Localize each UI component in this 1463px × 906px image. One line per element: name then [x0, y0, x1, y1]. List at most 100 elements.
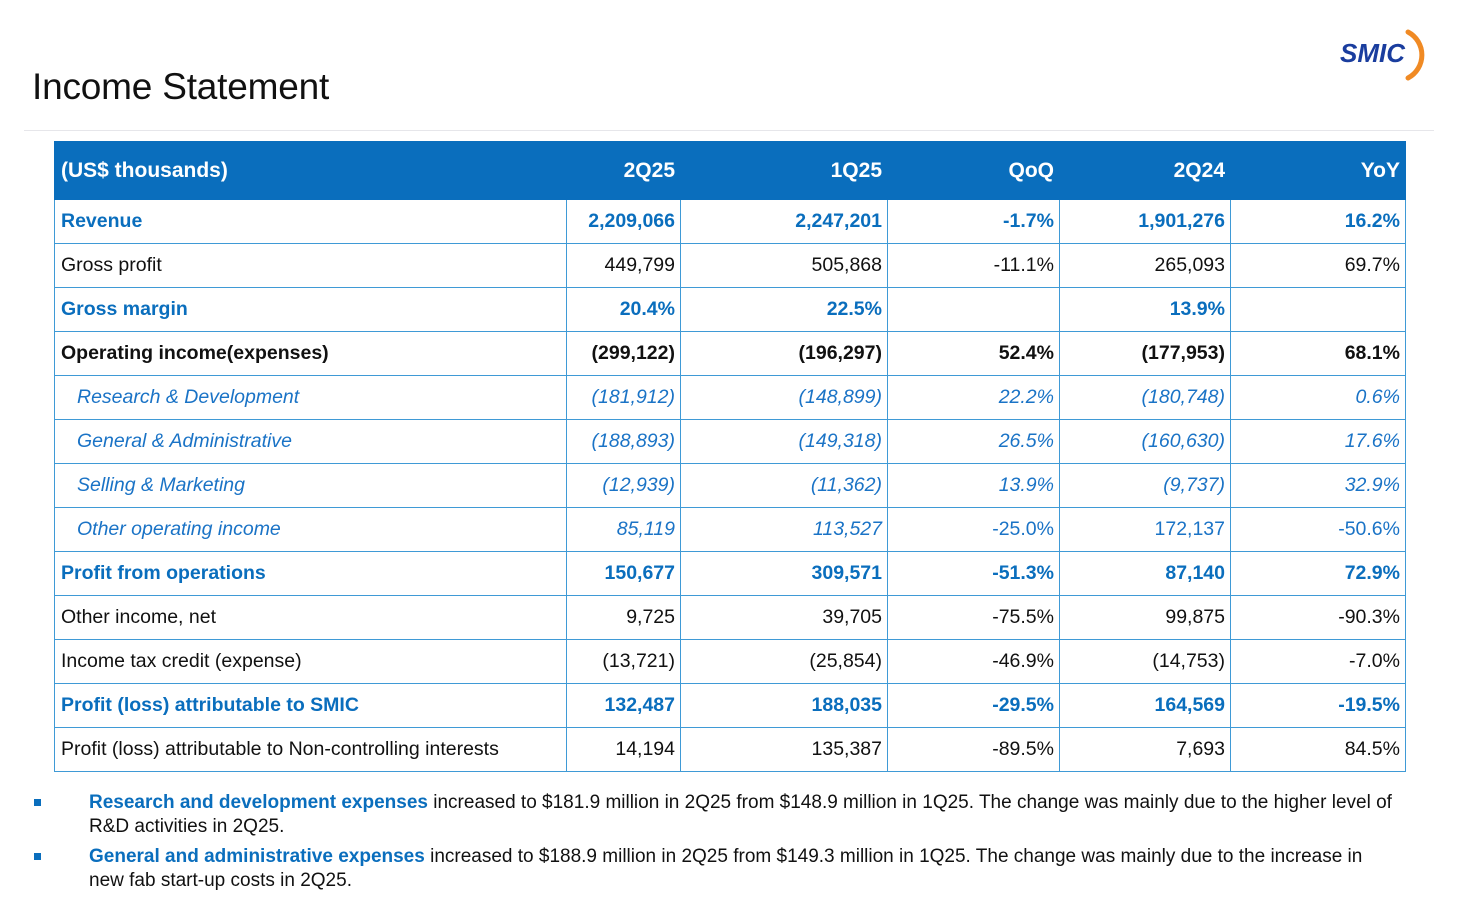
- table-cell: 16.2%: [1230, 199, 1406, 244]
- logo-text: SMIC: [1340, 38, 1406, 68]
- table-cell: (12,939): [566, 463, 681, 508]
- table-cell: -89.5%: [887, 727, 1060, 772]
- table-cell: 164,569: [1059, 683, 1231, 728]
- column-header: YoY: [1230, 141, 1406, 200]
- row-label: Revenue: [54, 199, 567, 244]
- bullet-icon: [34, 853, 41, 860]
- table-cell: 7,693: [1059, 727, 1231, 772]
- table-cell: (181,912): [566, 375, 681, 420]
- row-label: Income tax credit (expense): [54, 639, 567, 684]
- table-cell: 72.9%: [1230, 551, 1406, 596]
- table-cell: 1,901,276: [1059, 199, 1231, 244]
- row-label: Selling & Marketing: [54, 463, 567, 508]
- table-cell: (25,854): [680, 639, 888, 684]
- row-label: Gross margin: [54, 287, 567, 332]
- table-cell: 132,487: [566, 683, 681, 728]
- table-cell: [1230, 287, 1406, 332]
- row-label: Other operating income: [54, 507, 567, 552]
- table-cell: 32.9%: [1230, 463, 1406, 508]
- column-header: 2Q24: [1059, 141, 1231, 200]
- table-cell: -1.7%: [887, 199, 1060, 244]
- table-cell: (188,893): [566, 419, 681, 464]
- table-row: Profit from operations 150,677 309,571 -51.…: [54, 551, 1406, 596]
- table-row: Other income, net 9,725 39,705 -75.5% 99,875…: [54, 595, 1406, 640]
- table-row: Operating income(expenses) (299,122) (196,…: [54, 331, 1406, 376]
- table-row: Gross margin 20.4% 22.5% 13.9%: [54, 287, 1406, 332]
- table-cell: (177,953): [1059, 331, 1231, 376]
- table-cell: 449,799: [566, 243, 681, 288]
- table-cell: 172,137: [1059, 507, 1231, 552]
- table-cell: 84.5%: [1230, 727, 1406, 772]
- table-cell: 135,387: [680, 727, 888, 772]
- table-row: Gross profit 449,799 505,868 -11.1% 265,093 6…: [54, 243, 1406, 288]
- table-row: Profit (loss) attributable to SMIC 132,48…: [54, 683, 1406, 728]
- table-cell: [887, 287, 1060, 332]
- table-cell: 99,875: [1059, 595, 1231, 640]
- table-cell: (299,122): [566, 331, 681, 376]
- table-cell: 20.4%: [566, 287, 681, 332]
- table-cell: -75.5%: [887, 595, 1060, 640]
- smic-logo: SMIC: [1340, 29, 1425, 81]
- table-cell: 87,140: [1059, 551, 1231, 596]
- table-row: Profit (loss) attributable to Non-contro…: [54, 727, 1406, 772]
- table-row: Research & Development (181,912) (148,899)…: [54, 375, 1406, 420]
- table-cell: 505,868: [680, 243, 888, 288]
- table-cell: 68.1%: [1230, 331, 1406, 376]
- table-row: Selling & Marketing (12,939) (11,362) 13.9%…: [54, 463, 1406, 508]
- table-cell: -90.3%: [1230, 595, 1406, 640]
- row-label: Profit (loss) attributable to SMIC: [54, 683, 567, 728]
- row-label: Profit (loss) attributable to Non-contro…: [54, 727, 567, 772]
- table-cell: -50.6%: [1230, 507, 1406, 552]
- table-cell: (149,318): [680, 419, 888, 464]
- note-item: General and administrative expenses incr…: [34, 845, 1394, 893]
- page-title: Income Statement: [32, 66, 330, 107]
- table-cell: -19.5%: [1230, 683, 1406, 728]
- table-cell: (14,753): [1059, 639, 1231, 684]
- table-body: Revenue 2,209,066 2,247,201 -1.7% 1,901,276 1…: [54, 199, 1406, 772]
- row-label: Profit from operations: [54, 551, 567, 596]
- row-label: Gross profit: [54, 243, 567, 288]
- table-cell: (160,630): [1059, 419, 1231, 464]
- table-cell: (148,899): [680, 375, 888, 420]
- note-lead: General and administrative expenses: [89, 846, 425, 867]
- table-cell: 52.4%: [887, 331, 1060, 376]
- table-cell: (13,721): [566, 639, 681, 684]
- table-cell: -11.1%: [887, 243, 1060, 288]
- table-cell: (180,748): [1059, 375, 1231, 420]
- table-cell: 17.6%: [1230, 419, 1406, 464]
- note-item: Research and development expenses increa…: [34, 791, 1394, 839]
- table-cell: 0.6%: [1230, 375, 1406, 420]
- table-cell: 85,119: [566, 507, 681, 552]
- table-cell: 309,571: [680, 551, 888, 596]
- bullet-icon: [34, 799, 41, 806]
- table-row: Other operating income 85,119 113,527 -25.0…: [54, 507, 1406, 552]
- row-label: Operating income(expenses): [54, 331, 567, 376]
- table-cell: 113,527: [680, 507, 888, 552]
- table-cell: -51.3%: [887, 551, 1060, 596]
- table-cell: -25.0%: [887, 507, 1060, 552]
- table-row: Revenue 2,209,066 2,247,201 -1.7% 1,901,276 1…: [54, 199, 1406, 244]
- row-label: Research & Development: [54, 375, 567, 420]
- row-label: General & Administrative: [54, 419, 567, 464]
- table-header-row: (US$ thousands) 2Q25 1Q25 QoQ 2Q24 YoY: [54, 141, 1406, 200]
- table-cell: 69.7%: [1230, 243, 1406, 288]
- table-cell: (9,737): [1059, 463, 1231, 508]
- income-statement-table: (US$ thousands) 2Q25 1Q25 QoQ 2Q24 YoY Revenu…: [54, 141, 1406, 772]
- table-cell: 2,247,201: [680, 199, 888, 244]
- column-header: 1Q25: [680, 141, 888, 200]
- table-cell: 9,725: [566, 595, 681, 640]
- table-cell: -7.0%: [1230, 639, 1406, 684]
- table-cell: 150,677: [566, 551, 681, 596]
- table-cell: 265,093: [1059, 243, 1231, 288]
- table-cell: 22.2%: [887, 375, 1060, 420]
- row-label: Other income, net: [54, 595, 567, 640]
- table-cell: 13.9%: [1059, 287, 1231, 332]
- column-header: 2Q25: [566, 141, 681, 200]
- table-row: General & Administrative (188,893) (149,31…: [54, 419, 1406, 464]
- title-divider: [24, 130, 1434, 131]
- table-cell: (11,362): [680, 463, 888, 508]
- note-lead: Research and development expenses: [89, 792, 428, 813]
- table-cell: 14,194: [566, 727, 681, 772]
- table-cell: 188,035: [680, 683, 888, 728]
- table-cell: 39,705: [680, 595, 888, 640]
